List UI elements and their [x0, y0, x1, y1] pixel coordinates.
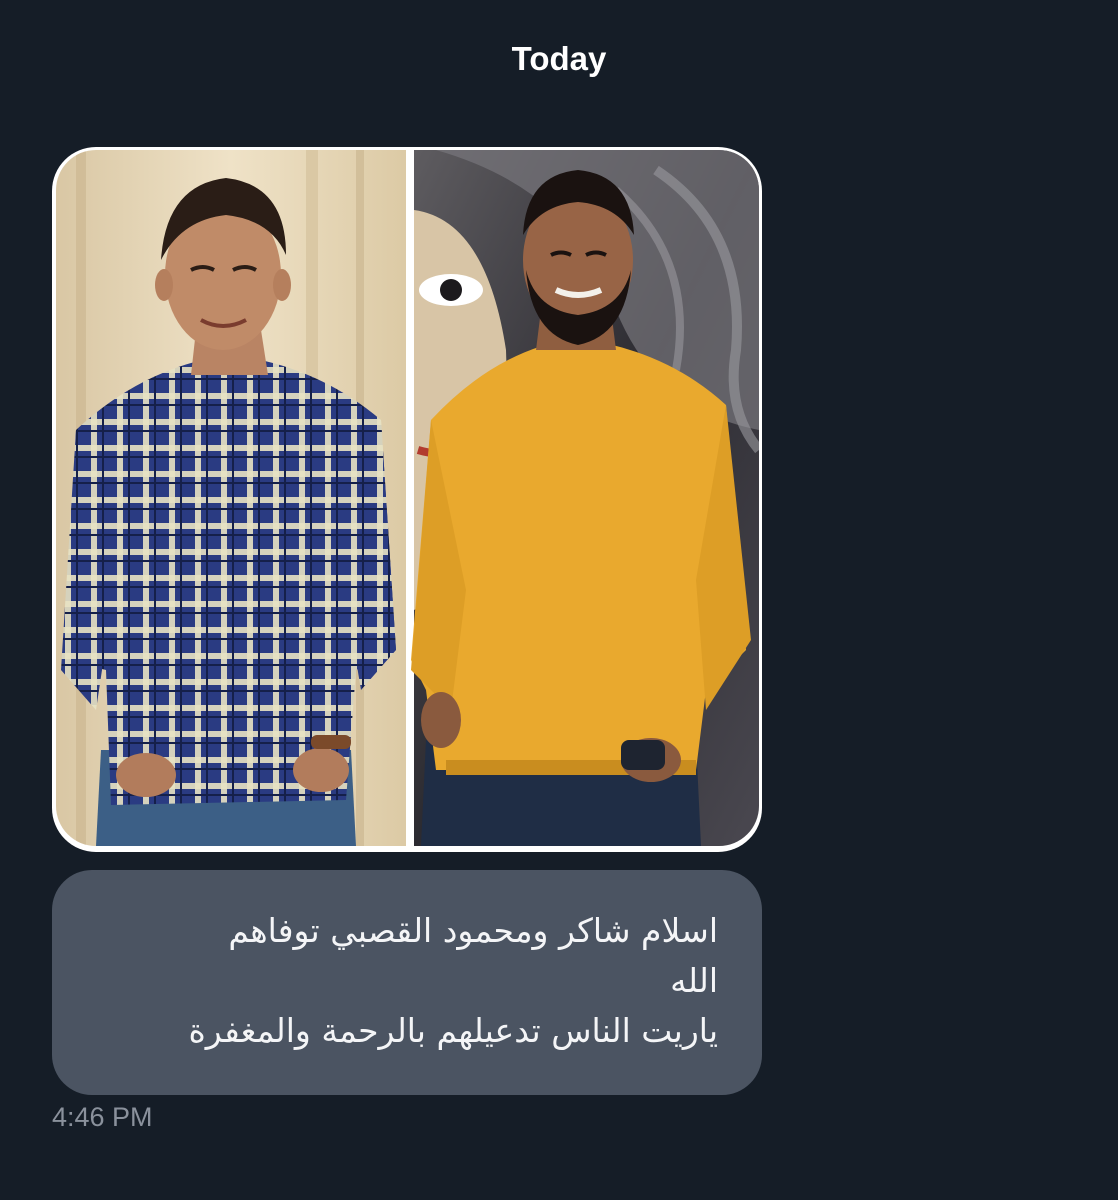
message-line-3: ياريت الناس تدعيلهم بالرحمة والمغفرة: [188, 1011, 718, 1050]
message-text: اسلام شاكر ومحمود القصبي توفاهم الله يار…: [96, 906, 718, 1056]
photo-message-image[interactable]: [56, 150, 759, 846]
left-photo: [56, 150, 406, 846]
right-photo: [411, 150, 759, 846]
photo-collage: [56, 150, 759, 846]
text-message-bubble[interactable]: اسلام شاكر ومحمود القصبي توفاهم الله يار…: [52, 870, 762, 1095]
message-line-1: اسلام شاكر ومحمود القصبي توفاهم: [228, 911, 718, 950]
photo-message[interactable]: [52, 147, 762, 852]
date-header: Today: [511, 40, 607, 77]
message-line-2: الله: [670, 961, 718, 1000]
message-timestamp: 4:46 PM: [52, 1102, 153, 1132]
